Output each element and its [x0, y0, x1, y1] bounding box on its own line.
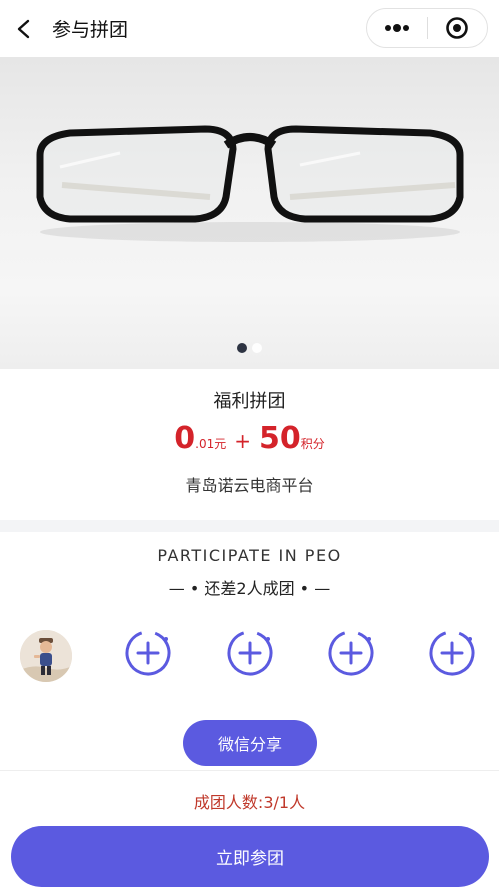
child-photo-avatar [20, 630, 72, 682]
chevron-left-icon [17, 19, 30, 38]
close-miniprogram-button[interactable] [428, 9, 488, 47]
wechat-share-button[interactable]: 微信分享 [183, 720, 317, 766]
points-value: 50 [258, 421, 301, 456]
price-line: 0 .01元 + 50 积分 [0, 421, 499, 456]
member-avatar [20, 630, 72, 682]
product-title: 福利拼团 [213, 391, 286, 412]
empty-slot-1[interactable] [123, 628, 173, 678]
nav-bar: 参与拼团 [0, 0, 499, 57]
group-count-text: 成团人数:3/1人 [193, 793, 306, 812]
platform-name: 青岛诺云电商平台 [185, 476, 314, 495]
target-icon [446, 17, 469, 39]
empty-slot-4[interactable] [427, 628, 477, 678]
carousel-dot[interactable] [252, 343, 262, 353]
carousel-dots [0, 343, 499, 353]
add-member-icon [227, 630, 273, 676]
points-unit: 积分 [300, 437, 325, 451]
bottom-bar: 成团人数:3/1人 立即参团 [0, 770, 499, 895]
member-row [0, 628, 499, 688]
more-dots-icon [384, 24, 409, 32]
participate-heading: PARTICIPATE IN PEO [157, 546, 342, 565]
product-info: 福利拼团 0 .01元 + 50 积分 青岛诺云电商平台 [0, 369, 499, 520]
participate-section: PARTICIPATE IN PEO — • 还差2人成团 • — 微信分享 [0, 532, 499, 772]
remaining-members-text: — • 还差2人成团 • — [168, 579, 331, 598]
add-member-icon [429, 630, 475, 676]
back-button[interactable] [0, 0, 48, 57]
price-plus: + [234, 429, 251, 453]
page-title: 参与拼团 [52, 19, 129, 41]
price-main: 0 [174, 421, 196, 456]
join-group-button[interactable]: 立即参团 [11, 826, 489, 887]
mini-program-capsule [366, 8, 488, 48]
empty-slot-2[interactable] [225, 628, 275, 678]
more-button[interactable] [367, 9, 427, 47]
price-decimal: .01元 [195, 437, 227, 451]
product-banner[interactable] [0, 57, 499, 369]
eyeglasses-image [36, 125, 464, 242]
carousel-dot[interactable] [237, 343, 247, 353]
empty-slot-3[interactable] [326, 628, 376, 678]
add-member-icon [125, 630, 171, 676]
add-member-icon [328, 630, 374, 676]
